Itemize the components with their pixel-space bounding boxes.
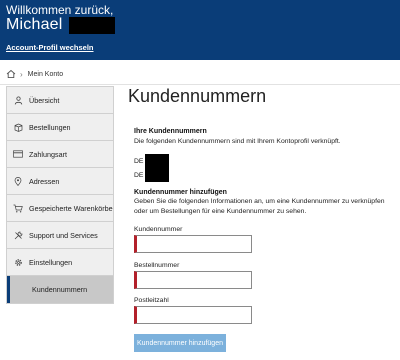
page-title: Kundennummern bbox=[128, 86, 267, 106]
breadcrumb-current: Mein Konto bbox=[27, 70, 64, 78]
postal-code-input[interactable] bbox=[134, 306, 252, 324]
box-icon bbox=[7, 123, 29, 132]
user-name: Michael bbox=[6, 16, 115, 34]
sidebar-item-orders[interactable]: Bestellungen bbox=[7, 114, 113, 141]
add-number-heading: Kundennummer hinzufügen bbox=[134, 189, 227, 196]
redacted-last-name bbox=[68, 16, 115, 34]
sidebar-item-settings[interactable]: Einstellungen bbox=[7, 249, 113, 276]
sidebar-item-label: Gespeicherte Warenkörbe bbox=[29, 203, 113, 213]
person-icon bbox=[7, 95, 29, 105]
switch-account-link[interactable]: Account-Profil wechseln bbox=[6, 43, 94, 52]
user-first-name: Michael bbox=[6, 16, 63, 33]
account-sidebar: Übersicht Bestellungen Zahlungsart Adres… bbox=[6, 86, 114, 304]
order-number-input[interactable] bbox=[134, 271, 252, 289]
breadcrumb: › Mein Konto bbox=[6, 68, 63, 80]
sidebar-item-label: Kundennummern bbox=[32, 285, 88, 294]
sidebar-item-label: Adressen bbox=[29, 176, 60, 186]
redacted-customer-number bbox=[145, 154, 170, 168]
add-customer-number-button[interactable]: Kundennummer hinzufügen bbox=[134, 334, 226, 352]
sidebar-item-payment[interactable]: Zahlungsart bbox=[7, 141, 113, 168]
your-numbers-description: Die folgenden Kundennummern sind mit Ihr… bbox=[134, 138, 341, 145]
sidebar-item-overview[interactable]: Übersicht bbox=[7, 87, 113, 114]
header-divider bbox=[0, 84, 400, 85]
sidebar-item-label: Bestellungen bbox=[29, 122, 71, 132]
customer-number-input[interactable] bbox=[134, 235, 252, 253]
tools-icon bbox=[7, 231, 29, 240]
customer-number-entry: DE bbox=[134, 168, 170, 182]
sidebar-item-saved-carts[interactable]: Gespeicherte Warenkörbe bbox=[7, 195, 113, 222]
account-header: Willkommen zurück, Michael Account-Profi… bbox=[0, 0, 400, 60]
cart-icon bbox=[7, 204, 29, 213]
your-numbers-heading: Ihre Kundennummern bbox=[134, 128, 207, 135]
gear-icon bbox=[7, 258, 29, 267]
sidebar-item-support[interactable]: Support und Services bbox=[7, 222, 113, 249]
customer-number-entry: DE bbox=[134, 154, 170, 168]
customer-number-prefix: DE bbox=[134, 171, 144, 179]
welcome-text: Willkommen zurück, bbox=[6, 3, 114, 17]
sidebar-item-label: Support und Services bbox=[29, 230, 98, 240]
location-icon bbox=[7, 176, 29, 186]
redacted-customer-number bbox=[145, 168, 170, 182]
sidebar-item-label: Übersicht bbox=[29, 95, 60, 105]
chevron-right-icon: › bbox=[20, 69, 23, 79]
order-number-label: Bestellnummer bbox=[134, 262, 180, 269]
sidebar-item-customer-numbers[interactable]: Kundennummern bbox=[7, 276, 113, 303]
sidebar-item-addresses[interactable]: Adressen bbox=[7, 168, 113, 195]
sidebar-item-label: Einstellungen bbox=[29, 257, 73, 267]
postal-code-label: Postleitzahl bbox=[134, 297, 169, 304]
home-icon[interactable] bbox=[6, 69, 16, 79]
card-icon bbox=[7, 150, 29, 158]
sidebar-item-label: Zahlungsart bbox=[29, 149, 67, 159]
add-number-description: Geben Sie die folgenden Informationen an… bbox=[134, 198, 385, 215]
customer-number-prefix: DE bbox=[134, 157, 144, 165]
customer-number-label: Kundennummer bbox=[134, 226, 183, 233]
